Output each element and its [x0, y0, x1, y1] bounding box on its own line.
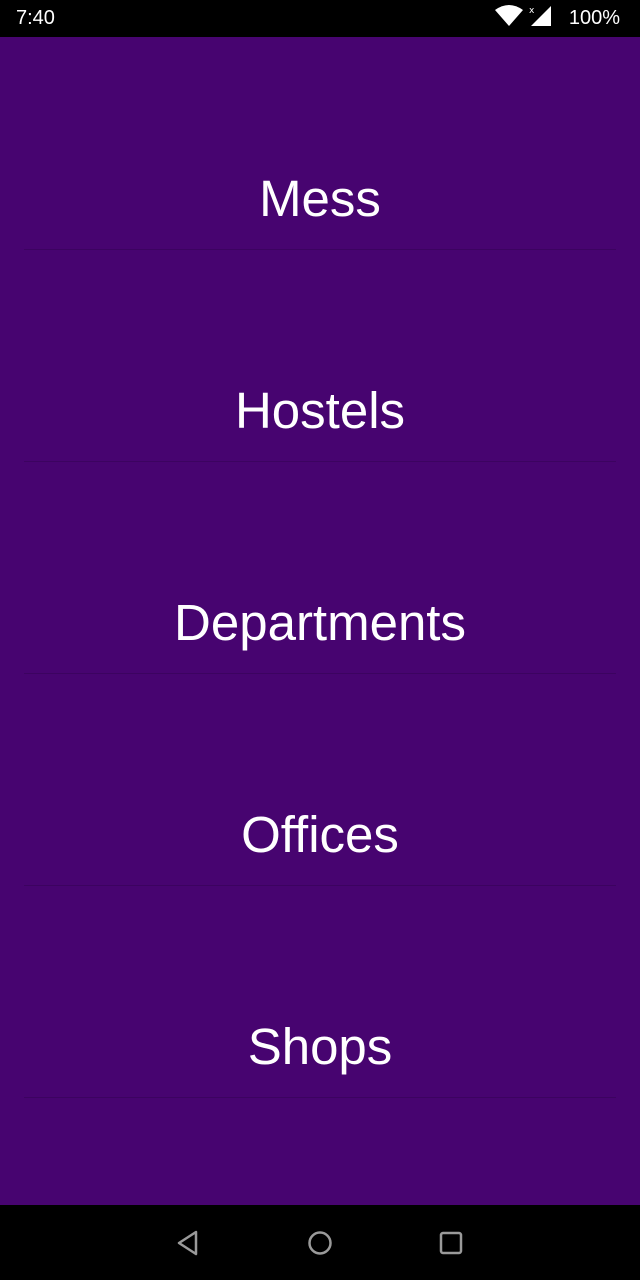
svg-text:x: x: [529, 6, 535, 16]
menu-item-label: Shops: [247, 1018, 393, 1075]
battery-level: 100%: [568, 7, 620, 29]
recents-icon[interactable]: [435, 1227, 467, 1259]
menu-item-mess[interactable]: Mess: [24, 37, 616, 250]
menu-item-offices[interactable]: Offices: [24, 673, 616, 886]
status-icons: x 100%: [494, 4, 620, 32]
menu-item-label: Mess: [259, 170, 381, 227]
menu-item-label: Offices: [241, 806, 399, 863]
back-icon[interactable]: [172, 1227, 204, 1259]
status-bar: 7:40 x 100%: [0, 0, 640, 37]
menu-item-departments[interactable]: Departments: [24, 461, 616, 674]
menu-screen: Mess Hostels Departments Offices Shops: [0, 37, 640, 1205]
menu-item-shops[interactable]: Shops: [24, 885, 616, 1098]
home-icon[interactable]: [304, 1227, 336, 1259]
menu-item-label: Hostels: [234, 382, 406, 439]
status-time: 7:40: [16, 7, 55, 29]
wifi-icon: [494, 4, 523, 32]
menu-item-label: Departments: [174, 594, 466, 651]
signal-icon: x: [529, 5, 553, 32]
menu-item-hostels[interactable]: Hostels: [24, 249, 616, 462]
navigation-bar: [0, 1205, 640, 1280]
